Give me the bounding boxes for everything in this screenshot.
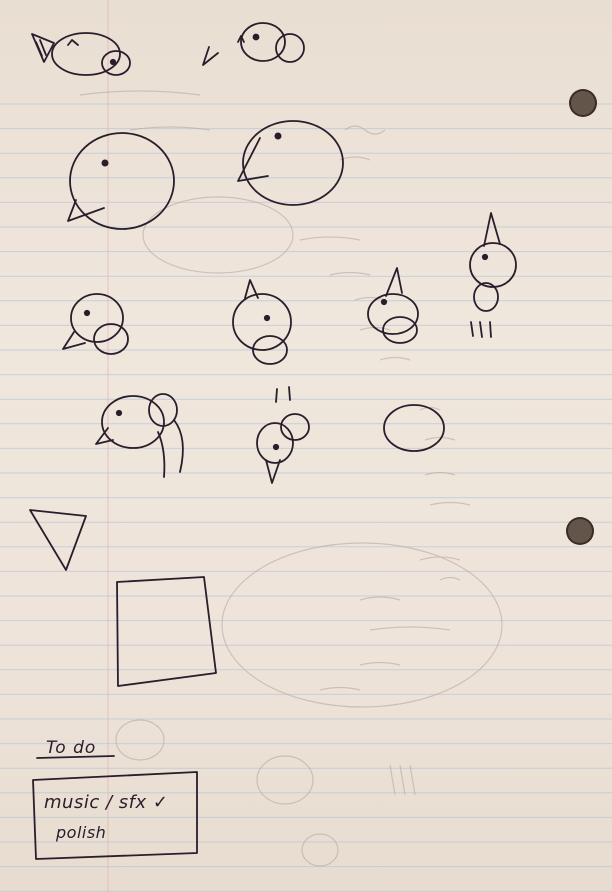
notebook-sketch-canvas — [0, 0, 612, 892]
triangle-sketch-icon — [29, 509, 87, 571]
notebook-page: To do music / sfx ✓ polish — [0, 0, 612, 892]
bird-sketch-icon — [469, 212, 517, 338]
bird-sketch-icon — [202, 22, 305, 66]
bird-sketch-icon — [256, 386, 310, 484]
todo-title: To do — [46, 738, 97, 758]
bleed-through-marks — [79, 90, 503, 867]
bird-sketch-icon — [367, 267, 419, 344]
bird-sketch-icon — [31, 32, 131, 76]
todo-box — [32, 771, 198, 860]
bird-sketch-icon — [232, 279, 292, 365]
todo-item-polish: polish — [56, 823, 107, 842]
ruled-lines — [0, 103, 612, 892]
todo-item-music-sfx: music / sfx ✓ — [44, 792, 169, 813]
bird-sketch-icon — [67, 132, 175, 230]
bird-sketch-icon — [95, 393, 184, 478]
bird-sketch-icon — [62, 293, 129, 355]
oval-sketch-icon — [383, 404, 445, 452]
sketches — [29, 22, 517, 860]
bird-sketch-icon — [237, 120, 344, 206]
